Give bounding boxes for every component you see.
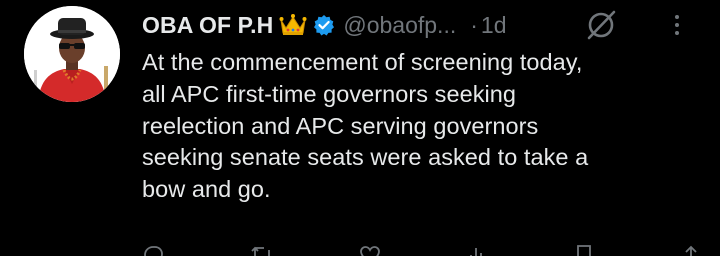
more-dot [675,15,679,19]
more-dot [675,31,679,35]
grok-icon[interactable] [582,6,620,44]
action-bar [142,244,702,256]
more-dot [675,23,679,27]
display-name[interactable]: OBA OF P.H [142,12,273,39]
tweet-header: OBA OF P.H @obaofp... · 1d [142,10,507,40]
crown-emoji-icon [279,13,307,37]
avatar[interactable] [24,6,120,102]
bookmark-icon [577,245,592,256]
timestamp[interactable]: 1d [481,12,507,39]
repost-icon [250,246,270,256]
share-icon [685,245,697,256]
views-icon [469,248,482,256]
tweet-text-line: At the commencement of screening today, [142,49,583,75]
tweet-text-line: bow and go. [142,176,271,203]
tweet[interactable]: OBA OF P.H @obaofp... · 1d At the commen… [0,0,720,256]
verified-badge-icon[interactable] [313,14,335,36]
like-icon [360,246,381,256]
repost-button[interactable] [250,244,274,256]
share-button[interactable] [680,244,702,256]
avatar-image [24,6,120,102]
reply-button[interactable] [142,244,164,256]
separator-dot: · [470,11,478,38]
tweet-text-line: reelection and APC serving governors [142,112,539,139]
handle[interactable]: @obaofp... [343,12,456,39]
bookmark-button[interactable] [574,244,594,256]
tweet-text: At the commencement of screening today, … [142,47,702,206]
more-options-icon[interactable] [662,8,692,42]
views-button[interactable] [467,244,489,256]
tweet-text-line: seeking senate seats were asked to take … [142,144,589,171]
like-button[interactable] [359,244,381,256]
tweet-text-line: all APC first-time governors seeking [142,80,517,107]
reply-icon [144,246,163,256]
